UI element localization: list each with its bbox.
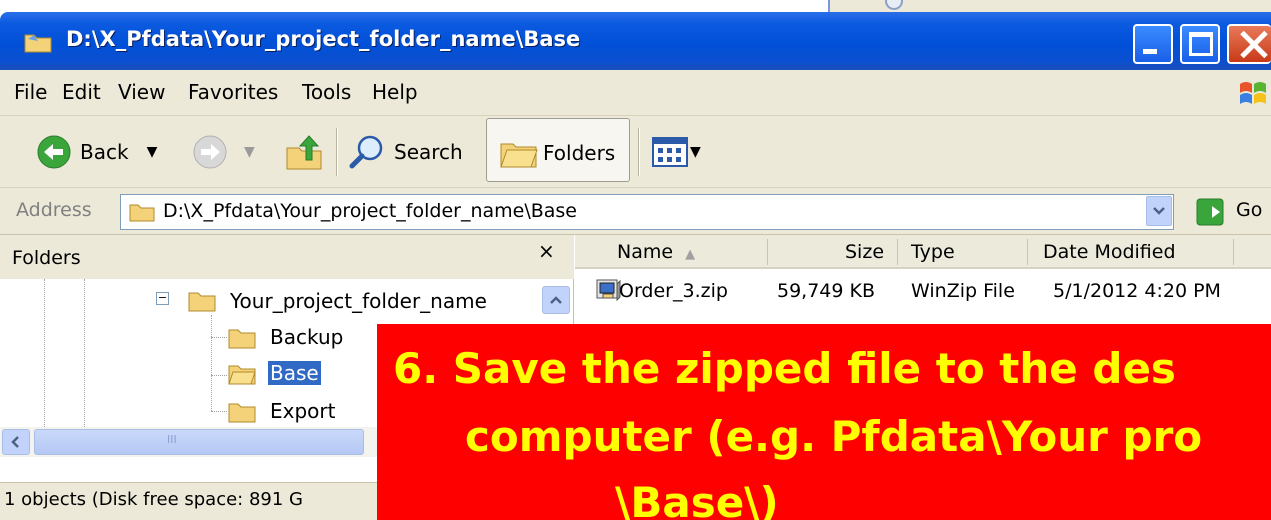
menu-file[interactable]: File bbox=[14, 80, 47, 104]
folders-button[interactable]: Folders bbox=[486, 118, 630, 182]
column-divider[interactable] bbox=[1027, 239, 1028, 265]
status-text: 1 objects (Disk free space: 891 G bbox=[4, 489, 303, 510]
views-icon bbox=[652, 137, 688, 167]
up-folder-icon bbox=[286, 135, 322, 170]
callout-line-3: \Base\) bbox=[615, 478, 779, 520]
tree-guide bbox=[211, 411, 227, 412]
scroll-thumb[interactable]: III bbox=[34, 429, 364, 455]
forward-arrow-icon bbox=[193, 135, 227, 169]
folder-icon bbox=[24, 34, 52, 53]
windows-logo-icon bbox=[1240, 82, 1266, 104]
toolbar: Back ▼ ▼ Search Folders ▼ bbox=[0, 116, 1271, 188]
sort-ascending-icon: ▲ bbox=[685, 247, 696, 262]
tree-collapse-toggle[interactable]: − bbox=[156, 292, 169, 305]
file-size: 59,749 KB bbox=[777, 280, 876, 302]
tree-item-label-selected: Base bbox=[268, 361, 321, 385]
menu-tools[interactable]: Tools bbox=[302, 80, 351, 104]
zip-file-icon bbox=[596, 279, 621, 302]
folder-icon bbox=[228, 403, 256, 423]
folder-icon bbox=[188, 292, 216, 312]
folders-label: Folders bbox=[543, 141, 616, 165]
folders-pane-title: Folders bbox=[12, 247, 81, 269]
menu-bar: File Edit View Favorites Tools Help bbox=[0, 70, 1271, 116]
go-label: Go bbox=[1236, 199, 1263, 221]
column-divider[interactable] bbox=[1233, 239, 1234, 265]
file-type: WinZip File bbox=[911, 280, 1015, 302]
go-button[interactable] bbox=[1196, 198, 1224, 231]
window-title: D:\X_Pfdata\Your_project_folder_name\Bas… bbox=[66, 27, 581, 51]
address-value: D:\X_Pfdata\Your_project_folder_name\Bas… bbox=[163, 200, 578, 222]
back-label: Back bbox=[80, 140, 129, 164]
back-dropdown-icon[interactable]: ▼ bbox=[147, 144, 158, 160]
open-folder-icon bbox=[228, 365, 256, 385]
address-label: Address bbox=[16, 199, 92, 221]
minimize-button[interactable] bbox=[1133, 24, 1173, 64]
folders-icon bbox=[500, 143, 538, 168]
scroll-left-button[interactable] bbox=[2, 429, 30, 455]
search-button[interactable]: Search bbox=[348, 116, 463, 188]
toolbar-separator bbox=[336, 128, 338, 176]
chevron-left-icon bbox=[11, 436, 19, 448]
folder-icon bbox=[228, 329, 256, 349]
tree-item-label: Your_project_folder_name bbox=[230, 289, 487, 313]
search-label: Search bbox=[394, 140, 463, 164]
folders-pane-header: Folders × bbox=[0, 235, 574, 279]
tree-item-label: Backup bbox=[270, 325, 344, 349]
menu-help[interactable]: Help bbox=[372, 80, 418, 104]
address-input[interactable]: D:\X_Pfdata\Your_project_folder_name\Bas… bbox=[120, 194, 1174, 230]
address-dropdown-button[interactable] bbox=[1146, 196, 1172, 226]
file-date-modified: 5/1/2012 4:20 PM bbox=[1053, 280, 1221, 302]
scroll-grip: III bbox=[167, 433, 177, 446]
column-divider[interactable] bbox=[897, 239, 898, 265]
chevron-down-icon bbox=[1153, 207, 1165, 215]
tree-guide bbox=[44, 279, 45, 427]
tree-guide bbox=[211, 375, 227, 376]
up-folder-button[interactable] bbox=[284, 116, 324, 188]
status-bar: 1 objects (Disk free space: 891 G bbox=[0, 482, 400, 520]
close-button[interactable] bbox=[1227, 24, 1271, 64]
scroll-up-button[interactable] bbox=[542, 286, 570, 314]
menu-view[interactable]: View bbox=[118, 80, 165, 104]
title-bar[interactable]: D:\X_Pfdata\Your_project_folder_name\Bas… bbox=[0, 12, 1271, 70]
column-type[interactable]: Type bbox=[911, 241, 955, 263]
folder-icon bbox=[129, 204, 155, 222]
menu-edit[interactable]: Edit bbox=[62, 80, 101, 104]
forward-button[interactable]: ▼ bbox=[192, 116, 255, 188]
column-name[interactable]: Name ▲ bbox=[617, 241, 695, 263]
tree-guide bbox=[211, 315, 212, 411]
callout-line-1: 6. Save the zipped file to the des bbox=[393, 344, 1176, 393]
list-header: Name ▲ Size Type Date Modified bbox=[575, 235, 1271, 269]
views-button[interactable]: ▼ bbox=[652, 116, 701, 188]
back-arrow-icon bbox=[37, 135, 71, 169]
column-name-label: Name bbox=[617, 241, 674, 263]
close-icon[interactable]: × bbox=[538, 239, 555, 263]
instruction-callout: 6. Save the zipped file to the des compu… bbox=[377, 324, 1271, 520]
callout-line-2: computer (e.g. Pfdata\Your pro bbox=[465, 412, 1203, 461]
file-row[interactable]: Order_3.zip 59,749 KB WinZip File 5/1/20… bbox=[575, 270, 1271, 310]
column-divider[interactable] bbox=[767, 239, 768, 265]
column-size[interactable]: Size bbox=[845, 241, 884, 263]
chevron-up-icon bbox=[550, 296, 562, 304]
tree-guide bbox=[84, 279, 85, 427]
tree-guide bbox=[211, 337, 227, 338]
tree-item-label: Export bbox=[270, 399, 336, 423]
maximize-button[interactable] bbox=[1180, 24, 1220, 64]
column-date-modified[interactable]: Date Modified bbox=[1043, 241, 1176, 263]
toolbar-separator bbox=[638, 128, 640, 176]
search-icon bbox=[349, 135, 383, 169]
forward-dropdown-icon[interactable]: ▼ bbox=[244, 144, 255, 160]
back-button[interactable]: Back ▼ bbox=[36, 116, 157, 188]
address-bar: Address D:\X_Pfdata\Your_project_folder_… bbox=[0, 188, 1271, 235]
menu-favorites[interactable]: Favorites bbox=[188, 80, 278, 104]
file-name: Order_3.zip bbox=[619, 280, 728, 302]
views-dropdown-icon[interactable]: ▼ bbox=[690, 144, 701, 160]
go-arrow-icon bbox=[1196, 198, 1224, 226]
